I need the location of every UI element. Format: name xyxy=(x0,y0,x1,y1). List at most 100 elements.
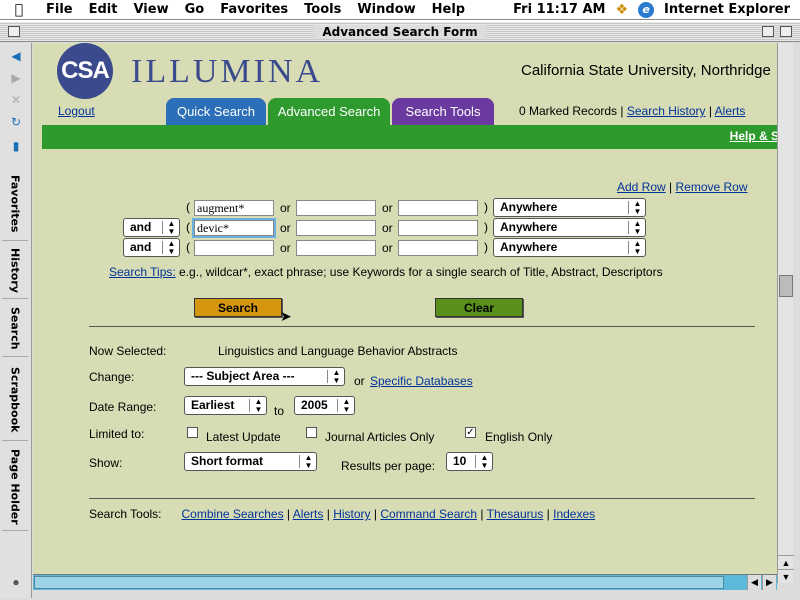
marked-records: 0 Marked Records xyxy=(519,104,618,118)
sidebar-tab-scrapbook[interactable]: Scrapbook xyxy=(2,359,28,441)
scroll-down-arrow-icon[interactable]: ▼ xyxy=(778,569,794,583)
field-select[interactable]: Anywhere ▲ ▼ xyxy=(493,198,646,217)
app-menu-label[interactable]: Internet Explorer xyxy=(664,2,790,17)
sidebar-tab-page-holder[interactable]: Page Holder xyxy=(2,443,28,531)
latest-update-checkbox[interactable] xyxy=(187,427,198,438)
search-button[interactable]: Search xyxy=(194,298,282,317)
menu-favorites[interactable]: Favorites xyxy=(212,2,296,17)
history-link[interactable]: History xyxy=(333,507,370,521)
menu-window[interactable]: Window xyxy=(349,2,423,17)
tab-quick-search[interactable]: Quick Search xyxy=(166,98,266,125)
search-term-input[interactable] xyxy=(398,220,478,236)
remove-row-link[interactable]: Remove Row xyxy=(676,180,748,194)
command-search-link[interactable]: Command Search xyxy=(380,507,477,521)
results-per-page-select[interactable]: 10 ▲ ▼ xyxy=(446,452,493,471)
search-term-input[interactable] xyxy=(296,200,376,216)
field-select[interactable]: Anywhere ▲ ▼ xyxy=(493,218,646,237)
menu-go[interactable]: Go xyxy=(177,2,213,17)
sidebar-tab-history[interactable]: History xyxy=(2,243,28,299)
apple-menu-icon[interactable]:  xyxy=(0,2,38,18)
alerts-link[interactable]: Alerts xyxy=(715,104,746,118)
footer-label: Search Tools: xyxy=(89,507,162,521)
search-term-input[interactable]: augment* xyxy=(194,200,274,216)
now-selected-label: Now Selected: xyxy=(89,344,167,358)
horizontal-scrollbar[interactable]: ◀ ▶ xyxy=(33,574,777,590)
search-term-input[interactable] xyxy=(296,240,376,256)
horizontal-scroll-thumb[interactable] xyxy=(34,576,724,589)
scroll-right-arrow-icon[interactable]: ▶ xyxy=(762,575,776,590)
help-assistant-icon[interactable]: ❖ xyxy=(615,2,628,18)
search-tips-link[interactable]: Search Tips: xyxy=(109,265,176,279)
search-term-input[interactable] xyxy=(398,240,478,256)
or-label: or xyxy=(382,201,393,215)
close-box-icon[interactable] xyxy=(8,26,20,37)
open-paren: ( xyxy=(186,220,190,234)
help-support-link[interactable]: Help & Support xyxy=(730,129,777,143)
search-term-input[interactable] xyxy=(398,200,478,216)
date-to-value: 2005 xyxy=(301,398,328,412)
show-format-value: Short format xyxy=(191,454,263,468)
university-name: California State University, Northridge xyxy=(521,62,771,79)
date-from-value: Earliest xyxy=(191,398,235,412)
zoom-box-icon[interactable] xyxy=(762,26,774,37)
vertical-scrollbar[interactable]: ▲ ▼ xyxy=(777,43,794,583)
tab-advanced-search[interactable]: Advanced Search xyxy=(268,98,390,125)
subject-area-select[interactable]: --- Subject Area --- ▲ ▼ xyxy=(184,367,345,386)
date-from-select[interactable]: Earliest ▲ ▼ xyxy=(184,396,267,415)
internet-explorer-icon: e xyxy=(638,1,655,18)
menu-view[interactable]: View xyxy=(125,2,176,17)
or-label: or xyxy=(382,221,393,235)
scroll-up-arrow-icon[interactable]: ▲ xyxy=(778,555,794,569)
stop-icon[interactable]: ✕ xyxy=(9,93,23,107)
collapse-box-icon[interactable] xyxy=(780,26,792,37)
field-select-value: Anywhere xyxy=(500,220,558,234)
open-paren: ( xyxy=(186,200,190,214)
sidebar-grip-icon[interactable]: ● xyxy=(9,575,23,589)
specific-databases-link[interactable]: Specific Databases xyxy=(370,374,473,388)
search-term-input[interactable] xyxy=(194,240,274,256)
tab-search-tools[interactable]: Search Tools xyxy=(392,98,494,125)
results-per-page-label: Results per page: xyxy=(341,459,436,473)
scroll-left-arrow-icon[interactable]: ◀ xyxy=(747,575,761,590)
thesaurus-link[interactable]: Thesaurus xyxy=(487,507,544,521)
window-title: Advanced Search Form xyxy=(314,24,486,39)
updown-arrows-icon: ▲ ▼ xyxy=(254,397,263,414)
or-label: or xyxy=(280,221,291,235)
back-arrow-icon[interactable]: ◀ xyxy=(9,49,23,63)
vertical-scroll-thumb[interactable] xyxy=(779,275,793,297)
search-term-input[interactable]: devic* xyxy=(192,218,276,238)
updown-arrows-icon: ▲ ▼ xyxy=(480,453,489,470)
sidebar-tab-search[interactable]: Search xyxy=(2,301,28,357)
sidebar-tab-favorites[interactable]: Favorites xyxy=(2,167,28,241)
sidebar-toggle-icon[interactable]: ▮ xyxy=(9,139,23,153)
english-only-checkbox[interactable]: ✓ xyxy=(465,427,476,438)
field-select[interactable]: Anywhere ▲ ▼ xyxy=(493,238,646,257)
or-label: or xyxy=(280,201,291,215)
window-titlebar[interactable]: Advanced Search Form xyxy=(0,22,800,42)
add-row-link[interactable]: Add Row xyxy=(617,180,666,194)
combine-searches-link[interactable]: Combine Searches xyxy=(182,507,284,521)
menu-file[interactable]: File xyxy=(38,2,81,17)
row-links: Add Row | Remove Row xyxy=(617,180,748,194)
date-to-select[interactable]: 2005 ▲ ▼ xyxy=(294,396,355,415)
operator-select[interactable]: and ▲ ▼ xyxy=(123,238,180,257)
forward-arrow-icon[interactable]: ▶ xyxy=(9,71,23,85)
menu-edit[interactable]: Edit xyxy=(81,2,126,17)
change-label: Change: xyxy=(89,370,135,384)
operator-select[interactable]: and ▲ ▼ xyxy=(123,218,180,237)
or-text: or xyxy=(354,374,365,388)
alerts-footer-link[interactable]: Alerts xyxy=(293,507,324,521)
journal-articles-checkbox[interactable] xyxy=(306,427,317,438)
show-format-select[interactable]: Short format ▲ ▼ xyxy=(184,452,317,471)
show-label: Show: xyxy=(89,456,123,470)
search-term-input[interactable] xyxy=(296,220,376,236)
menu-tools[interactable]: Tools xyxy=(296,2,349,17)
updown-arrows-icon: ▲ ▼ xyxy=(167,239,176,256)
clear-button[interactable]: Clear xyxy=(435,298,523,317)
logout-link[interactable]: Logout xyxy=(58,104,95,118)
indexes-link[interactable]: Indexes xyxy=(553,507,595,521)
refresh-icon[interactable]: ↻ xyxy=(9,115,23,129)
search-history-link[interactable]: Search History xyxy=(627,104,706,118)
menubar-clock[interactable]: Fri 11:17 AM xyxy=(513,2,605,17)
menu-help[interactable]: Help xyxy=(424,2,473,17)
